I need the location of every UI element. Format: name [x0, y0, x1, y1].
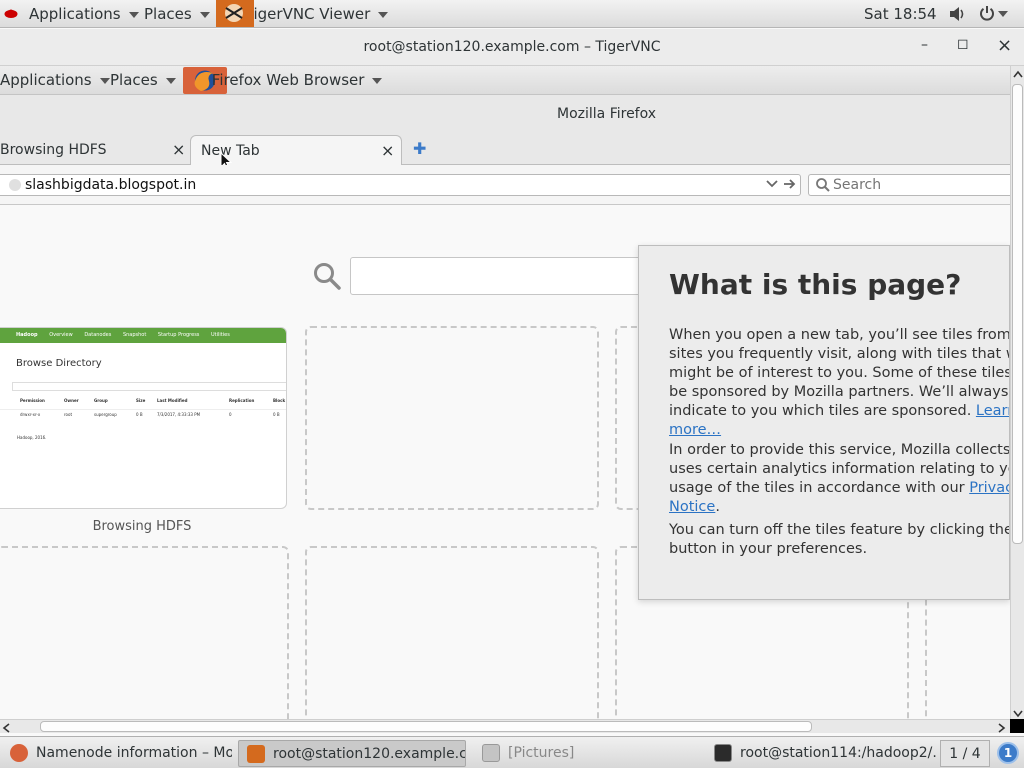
what-is-this-page-panel: What is this page? When you open a new t…	[638, 245, 1010, 600]
chevron-down-icon	[165, 77, 176, 84]
power-icon[interactable]	[979, 5, 995, 25]
system-menu-chevron-icon[interactable]	[998, 11, 1008, 17]
tigervnc-icon	[247, 745, 265, 763]
go-arrow-icon[interactable]	[783, 177, 797, 195]
panel-heading: What is this page?	[669, 268, 962, 301]
maximize-button[interactable]: ◻	[957, 36, 969, 52]
search-icon	[312, 261, 342, 295]
thumb-table-header: Permission Owner Group Size Last Modifie…	[20, 398, 286, 403]
thumb-nav-item: Startup Progress	[157, 332, 200, 338]
url-input[interactable]	[25, 176, 755, 194]
app-menu[interactable]: TigerVNC Viewer	[216, 0, 389, 28]
newtab-search-input[interactable]	[350, 257, 650, 295]
site-identity-icon[interactable]	[9, 179, 21, 191]
taskbar: Namenode information – Moz... root@stati…	[0, 736, 1024, 768]
minimize-button[interactable]: –	[921, 37, 928, 53]
thumb-nav-item: Overview	[49, 332, 73, 338]
thumb-nav-item: Snapshot	[122, 332, 147, 338]
firefox-titlebar[interactable]: Mozilla Firefox	[0, 95, 1010, 135]
terminal-icon	[714, 744, 732, 762]
tab-browsing-hdfs[interactable]: Browsing HDFS ×	[0, 135, 188, 165]
applications-menu[interactable]: Applications	[29, 0, 139, 28]
scroll-corner	[1010, 719, 1024, 733]
places-menu[interactable]: Places	[144, 0, 210, 28]
taskbar-item-tigervnc[interactable]: root@station120.example.c...	[238, 740, 466, 767]
thumb-nav-item: Utilities	[211, 332, 230, 338]
thumb-navbar: Hadoop Overview Datanodes Snapshot Start…	[0, 328, 286, 343]
chevron-down-icon	[199, 11, 210, 18]
taskbar-item-pictures[interactable]: [Pictures]	[474, 740, 700, 767]
tab-strip: Browsing HDFS × New Tab × ✚	[0, 135, 1010, 170]
history-dropdown-icon[interactable]	[766, 177, 778, 195]
notification-badge[interactable]: 1	[997, 742, 1019, 764]
empty-tile	[305, 326, 599, 510]
taskbar-item-namenode[interactable]: Namenode information – Moz...	[2, 740, 232, 767]
scroll-right-arrow-icon[interactable]	[996, 721, 1006, 737]
scroll-up-arrow-icon[interactable]	[1013, 68, 1023, 84]
top-bar: Applications Places TigerVNC Viewer Sat …	[0, 0, 1024, 28]
scroll-left-arrow-icon[interactable]	[2, 721, 12, 737]
redhat-icon	[4, 6, 18, 20]
horizontal-scroll-thumb[interactable]	[40, 721, 812, 732]
remote-places-menu[interactable]: Places	[110, 66, 176, 95]
remote-top-bar: Applications Places Firefox Web Browser	[0, 66, 1010, 95]
remote-app-menu[interactable]: Firefox Web Browser	[183, 66, 383, 95]
empty-tile	[0, 546, 289, 726]
thumb-heading: Browse Directory	[16, 358, 102, 369]
firefox-window-title: Mozilla Firefox	[557, 106, 657, 122]
panel-paragraph-1: When you open a new tab, you’ll see tile…	[669, 326, 1009, 440]
search-bar[interactable]	[808, 174, 1010, 196]
url-bar[interactable]	[0, 174, 801, 196]
thumb-brand: Hadoop	[16, 332, 38, 338]
thumb-nav-item: Datanodes	[84, 332, 112, 338]
chevron-down-icon	[372, 77, 383, 84]
search-input[interactable]	[833, 176, 1003, 194]
horizontal-scrollbar[interactable]	[0, 719, 1010, 733]
volume-icon[interactable]	[949, 6, 967, 26]
new-tab-button[interactable]: ✚	[413, 139, 426, 158]
tile-browsing-hdfs[interactable]: Hadoop Overview Datanodes Snapshot Start…	[0, 327, 287, 509]
taskbar-item-terminal[interactable]: root@station114:/hadoop2/...	[706, 740, 936, 767]
tile-title: Browsing HDFS	[92, 519, 192, 534]
remote-applications-menu[interactable]: Applications	[0, 66, 110, 95]
thumb-path-box	[12, 382, 286, 391]
search-icon	[815, 177, 831, 197]
workspace-switcher[interactable]: 1 / 4	[940, 740, 990, 767]
chevron-down-icon	[99, 77, 110, 84]
empty-tile	[305, 546, 599, 726]
clock[interactable]: Sat 18:54	[864, 0, 937, 28]
chevron-down-icon	[378, 11, 389, 18]
folder-icon	[482, 744, 500, 762]
vnc-window-titlebar[interactable]: root@station120.example.com – TigerVNC –…	[0, 29, 1024, 66]
chevron-down-icon	[128, 11, 139, 18]
tigervnc-icon	[216, 0, 254, 27]
tab-close-button[interactable]: ×	[172, 135, 185, 165]
panel-paragraph-3: You can turn off the tiles feature by cl…	[669, 522, 1009, 557]
vertical-scrollbar[interactable]	[1010, 66, 1024, 719]
thumb-table-row: drwxr-xr-x root supergroup 0 B 7/3/2017,…	[0, 409, 286, 419]
close-button[interactable]: ×	[997, 35, 1012, 56]
thumb-footer: Hadoop, 2016.	[17, 435, 47, 440]
vertical-scroll-thumb[interactable]	[1012, 84, 1023, 544]
firefox-icon	[10, 744, 28, 762]
panel-paragraph-2: In order to provide this service, Mozill…	[669, 441, 1009, 517]
tab-close-button[interactable]: ×	[381, 136, 394, 166]
window-title: root@station120.example.com – TigerVNC	[363, 39, 661, 55]
